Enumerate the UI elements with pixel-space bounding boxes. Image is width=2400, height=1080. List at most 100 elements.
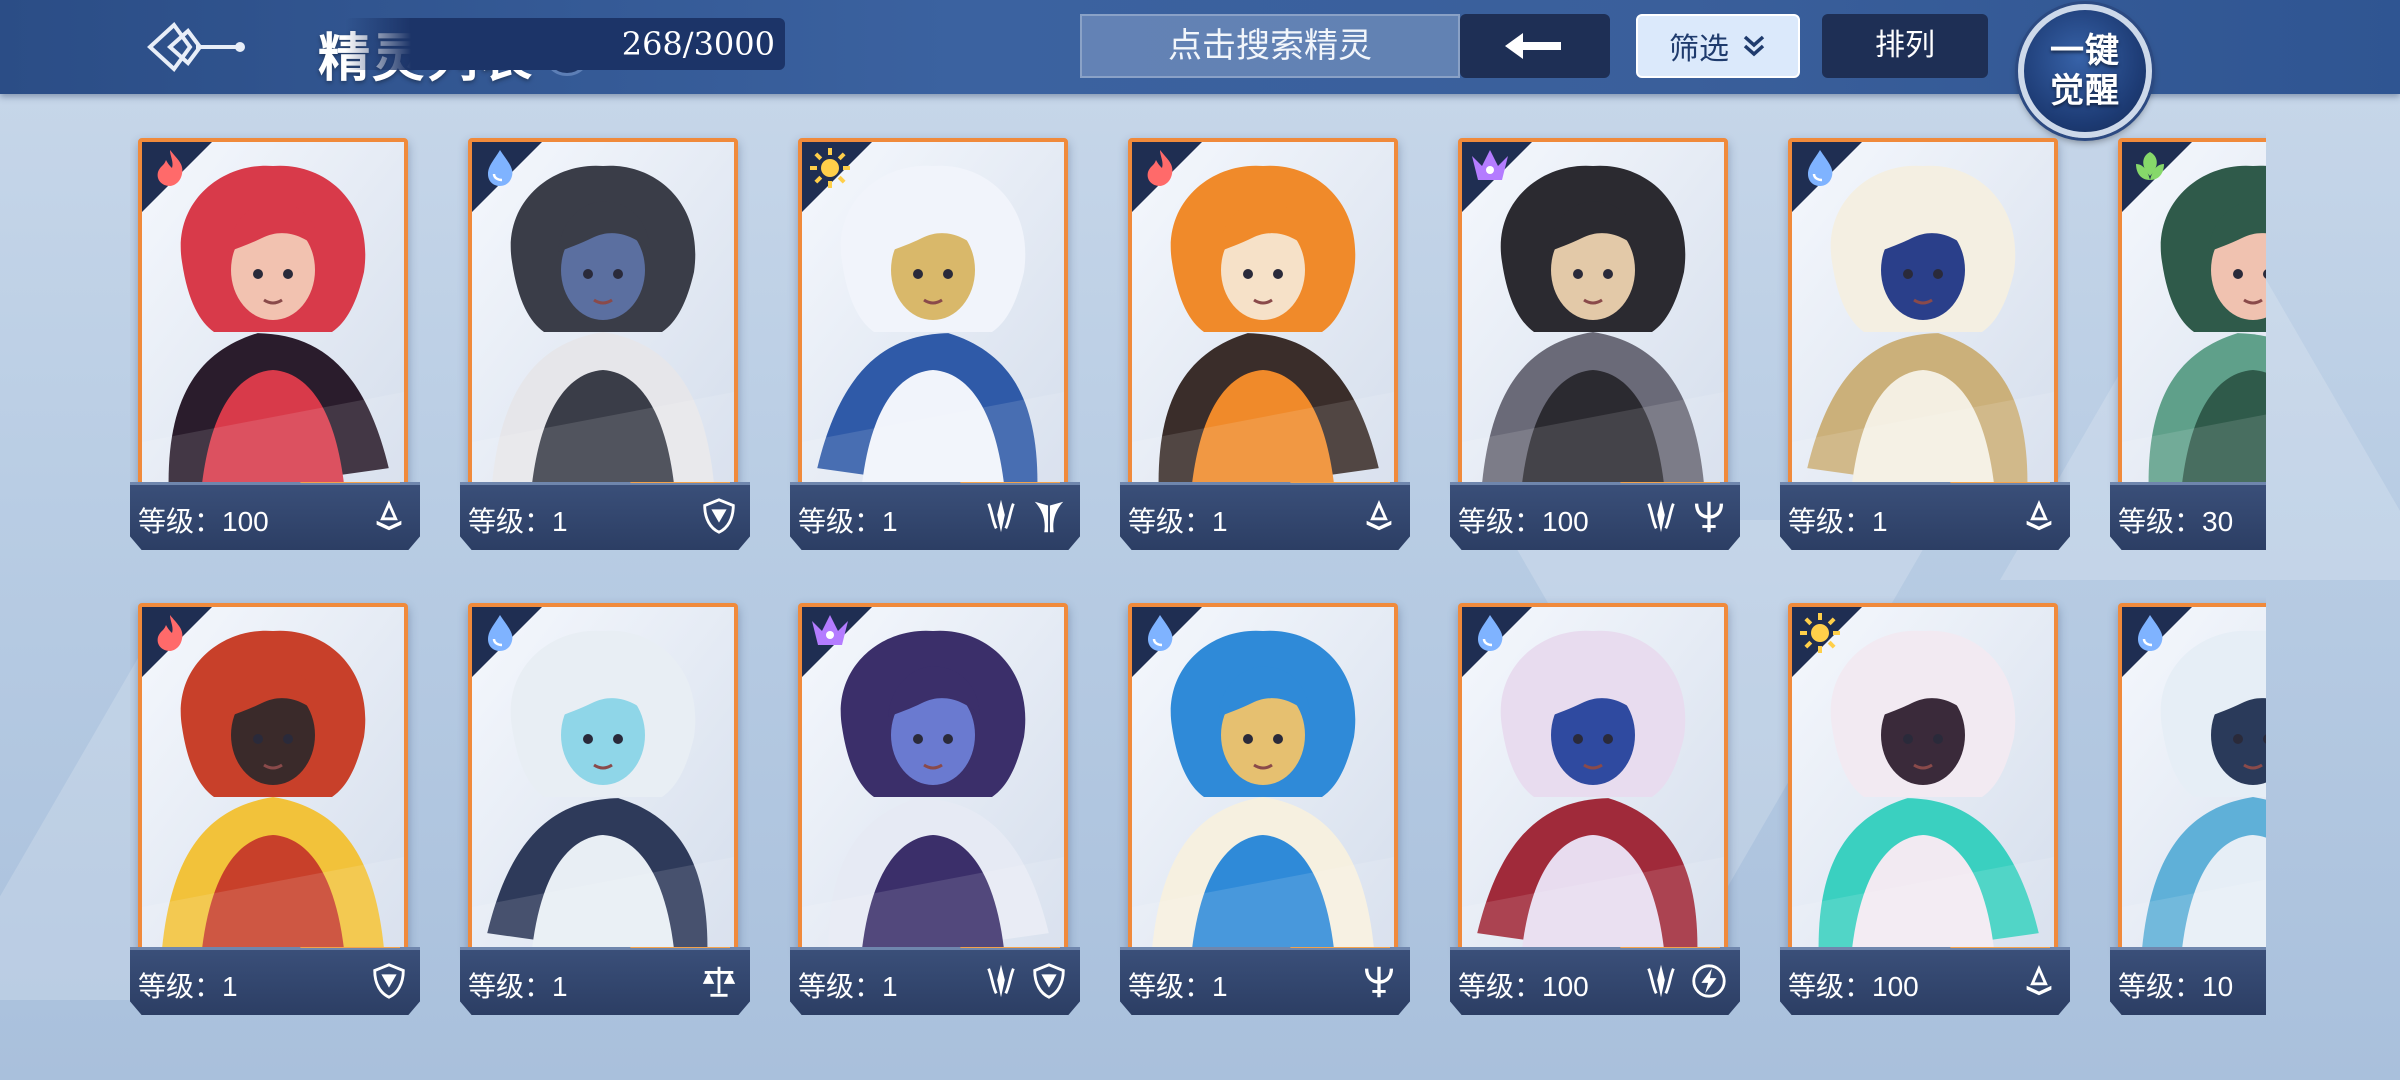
back-arrow-icon — [147, 22, 245, 72]
level-label: 等级：1 — [138, 971, 238, 1002]
card-footer: 等级：1 — [790, 482, 1080, 550]
card-footer: 等级：1 — [460, 482, 750, 550]
spirit-portrait — [1458, 603, 1728, 953]
skill-badges — [698, 960, 740, 1002]
claw-icon — [1640, 960, 1682, 1002]
search-back-button[interactable] — [1460, 14, 1610, 78]
skill-badges — [980, 495, 1070, 537]
level-label: 等级：100 — [138, 506, 269, 537]
spirit-card[interactable]: 等级：1 — [130, 595, 420, 1020]
dark-element-icon — [808, 611, 852, 655]
spirit-portrait — [468, 138, 738, 488]
spirit-card[interactable]: 等级：100 — [1450, 130, 1740, 555]
spirit-portrait — [798, 603, 1068, 953]
light-element-icon — [808, 146, 852, 190]
level-label: 等级：1 — [468, 971, 568, 1002]
spirit-portrait — [1788, 603, 2058, 953]
filter-label: 筛选 — [1669, 32, 1729, 67]
collection-count: 268/3000 — [345, 18, 785, 70]
search-input[interactable]: 点击搜索精灵 — [1080, 14, 1460, 78]
spirit-portrait — [138, 138, 408, 488]
skill-badges — [1640, 960, 1730, 1002]
skill-badges — [698, 495, 740, 537]
fire-element-icon — [148, 146, 192, 190]
level-label: 等级：1 — [468, 506, 568, 537]
fire-element-icon — [148, 611, 192, 655]
skill-badges — [980, 960, 1070, 1002]
spirit-card[interactable]: 等级：1 — [1120, 130, 1410, 555]
spirit-card[interactable]: 等级：10 — [2110, 595, 2266, 1020]
card-footer: 等级：100 — [1450, 947, 1740, 1015]
skill-badges — [1358, 495, 1400, 537]
shield-icon — [1028, 960, 1070, 1002]
spirit-portrait — [798, 138, 1068, 488]
spirit-card[interactable]: 等级：1 — [460, 595, 750, 1020]
grass-element-icon — [2128, 146, 2172, 190]
card-footer: 等级：1 — [130, 947, 420, 1015]
awaken-label-line2: 觉醒 — [2050, 71, 2120, 111]
filter-button[interactable]: 筛选 — [1636, 14, 1800, 78]
water-element-icon — [1798, 146, 1842, 190]
skill-badges — [368, 495, 410, 537]
sort-button[interactable]: 排列 — [1822, 14, 1988, 78]
back-button[interactable] — [140, 12, 250, 82]
claw-icon — [980, 495, 1022, 537]
spirit-portrait — [1788, 138, 2058, 488]
spirit-portrait — [468, 603, 738, 953]
shield-icon — [698, 495, 740, 537]
water-element-icon — [478, 611, 522, 655]
card-footer: 等级：1 — [1120, 947, 1410, 1015]
awaken-label-line1: 一键 — [2050, 31, 2120, 71]
skill-badges — [2018, 495, 2060, 537]
spirit-card[interactable]: 等级：1 — [790, 130, 1080, 555]
spirit-card[interactable]: 等级：100 — [1780, 595, 2070, 1020]
spirit-card[interactable]: 等级：1 — [1120, 595, 1410, 1020]
spirit-grid: 等级：100 等级：1 等级：1 等级：1 等级：100 等级：1 等级：30 … — [130, 130, 2266, 1030]
book-icon — [2018, 495, 2060, 537]
left-arrow-icon — [1505, 33, 1561, 59]
level-label: 等级：1 — [1128, 971, 1228, 1002]
book-icon — [1358, 495, 1400, 537]
dark-element-icon — [1468, 146, 1512, 190]
top-bar: 精灵列表 ? 268/3000 点击搜索精灵 筛选 排列 一键 觉醒 — [0, 0, 2400, 138]
card-footer: 等级：100 — [130, 482, 420, 550]
level-label: 等级：10 — [2118, 971, 2234, 1002]
water-element-icon — [1138, 611, 1182, 655]
spirit-card[interactable]: 等级：1 — [790, 595, 1080, 1020]
level-label: 等级：1 — [1128, 506, 1228, 537]
skill-badges — [368, 960, 410, 1002]
spirit-card[interactable]: 等级：100 — [1450, 595, 1740, 1020]
skill-badges — [2018, 960, 2060, 1002]
spirit-card[interactable]: 等级：30 — [2110, 130, 2266, 555]
level-label: 等级：1 — [798, 506, 898, 537]
bolt-icon — [1688, 960, 1730, 1002]
level-label: 等级：100 — [1458, 506, 1589, 537]
one-key-awaken-button[interactable]: 一键 觉醒 — [2018, 4, 2152, 138]
wing-icon — [1028, 495, 1070, 537]
level-label: 等级：30 — [2118, 506, 2234, 537]
card-footer: 等级：1 — [1120, 482, 1410, 550]
spirit-portrait — [138, 603, 408, 953]
spirit-card[interactable]: 等级：1 — [460, 130, 750, 555]
claw-icon — [980, 960, 1022, 1002]
scale-icon — [698, 960, 740, 1002]
level-label: 等级：100 — [1788, 971, 1919, 1002]
spirit-portrait — [1458, 138, 1728, 488]
water-element-icon — [1468, 611, 1512, 655]
spirit-portrait — [1128, 603, 1398, 953]
book-icon — [368, 495, 410, 537]
level-label: 等级：1 — [798, 971, 898, 1002]
trident-icon — [1358, 960, 1400, 1002]
level-label: 等级：100 — [1458, 971, 1589, 1002]
card-footer: 等级：30 — [2110, 482, 2266, 550]
card-footer: 等级：1 — [790, 947, 1080, 1015]
spirit-card[interactable]: 等级：1 — [1780, 130, 2070, 555]
spirit-card[interactable]: 等级：100 — [130, 130, 420, 555]
level-label: 等级：1 — [1788, 506, 1888, 537]
skill-badges — [1640, 495, 1730, 537]
card-footer: 等级：100 — [1780, 947, 2070, 1015]
book-icon — [2018, 960, 2060, 1002]
shield-icon — [368, 960, 410, 1002]
card-footer: 等级：1 — [1780, 482, 2070, 550]
light-element-icon — [1798, 611, 1842, 655]
